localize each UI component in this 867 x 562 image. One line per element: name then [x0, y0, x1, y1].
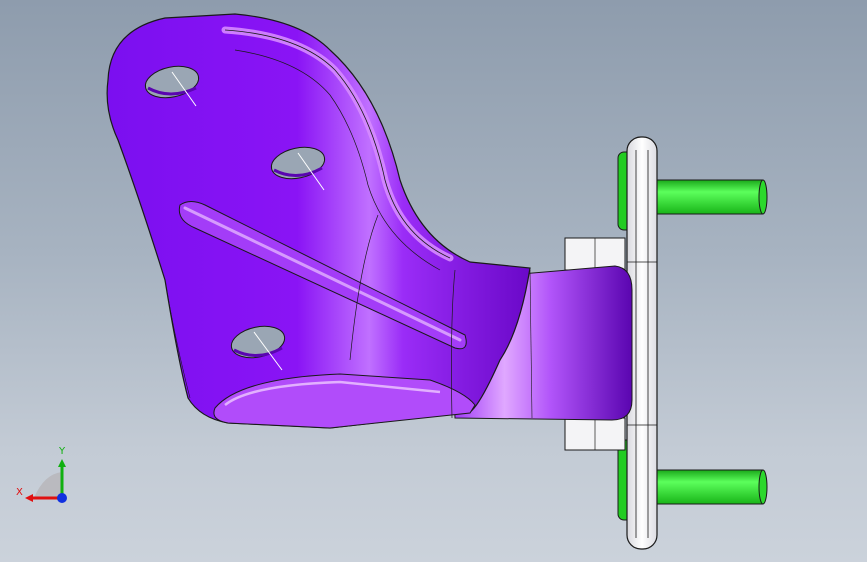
x-axis-label: X [16, 487, 23, 498]
hinge-block-lower[interactable] [564, 417, 626, 451]
y-arrow [58, 459, 66, 467]
cad-model[interactable] [0, 0, 867, 562]
triad-plane [34, 472, 62, 498]
graphics-viewport[interactable]: Y X [0, 0, 867, 562]
z-axis-dot [57, 493, 67, 503]
coordinate-triad: Y X [16, 446, 67, 503]
y-axis-label: Y [58, 446, 66, 457]
hinge-block-upper[interactable] [564, 237, 626, 271]
x-arrow [25, 494, 33, 502]
